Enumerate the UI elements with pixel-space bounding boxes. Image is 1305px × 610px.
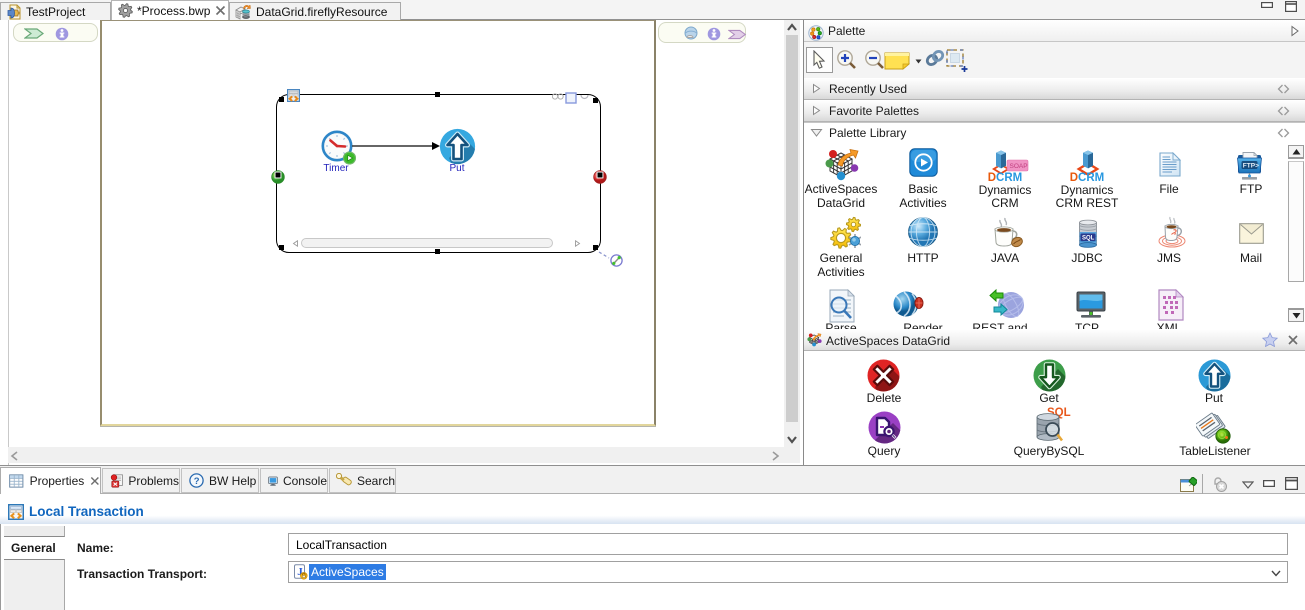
svg-text:FTP>: FTP> [1243,163,1259,170]
svg-text:?: ? [194,476,200,487]
svg-text:SOAP: SOAP [1010,163,1028,170]
svg-text:SQL: SQL [1082,236,1095,242]
